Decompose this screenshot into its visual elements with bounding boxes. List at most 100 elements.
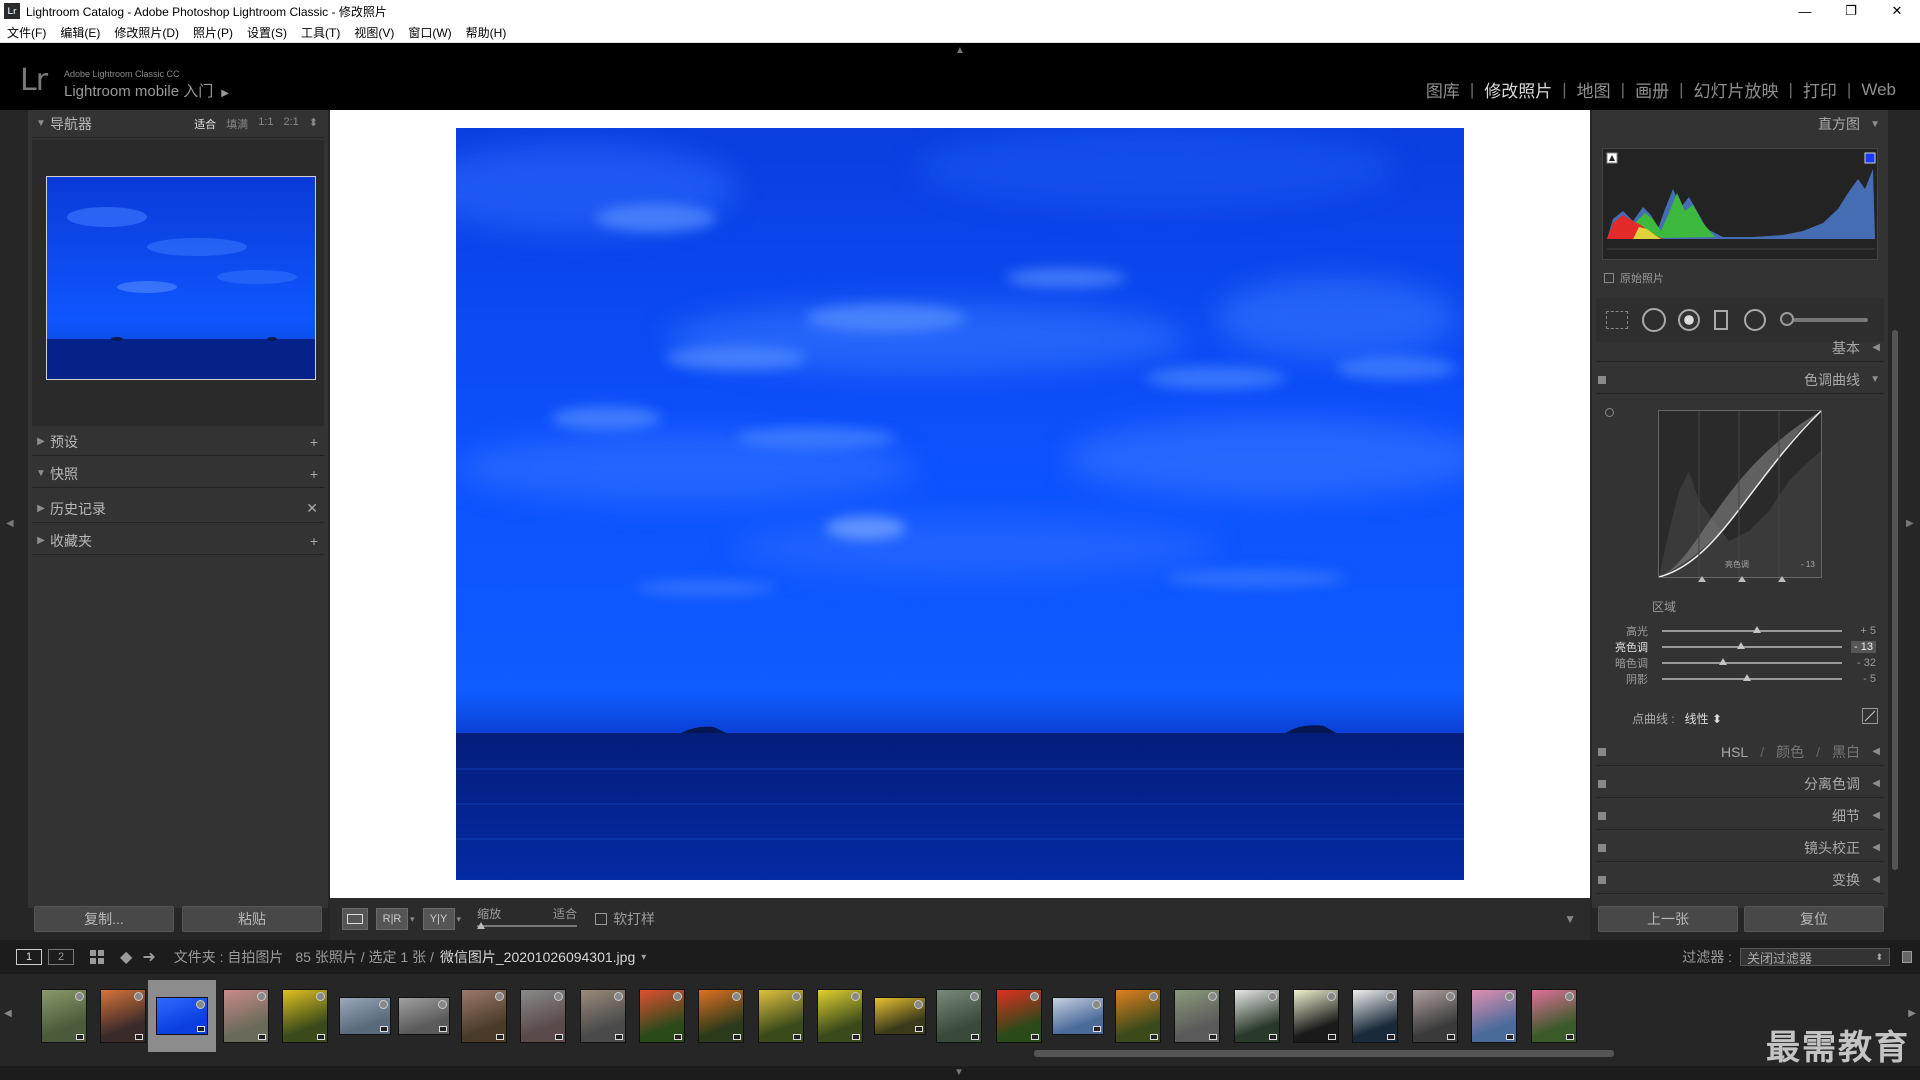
menu-tools[interactable]: 工具(T)	[294, 24, 347, 41]
grid-view-icon[interactable]	[90, 950, 104, 964]
quick-collection-icon[interactable]	[134, 992, 143, 1001]
bottom-toggle-icon[interactable]: ▼	[954, 1067, 964, 1078]
filmstrip-thumbnail[interactable]	[212, 980, 280, 1052]
quick-collection-icon[interactable]	[1446, 992, 1455, 1001]
main-photo[interactable]	[456, 128, 1464, 880]
panel-toggle-switch-icon[interactable]	[1598, 376, 1606, 384]
menu-window[interactable]: 窗口(W)	[401, 24, 458, 41]
panel-toggle-switch-icon[interactable]	[1598, 780, 1606, 788]
close-icon[interactable]: ✕	[1874, 0, 1920, 22]
quick-collection-icon[interactable]	[438, 1000, 447, 1009]
quick-collection-icon[interactable]	[1268, 992, 1277, 1001]
previous-button[interactable]: 上一张	[1598, 906, 1738, 932]
original-photo-checkbox[interactable]	[1604, 273, 1614, 283]
add-collection-icon[interactable]: +	[310, 533, 318, 549]
quick-collection-icon[interactable]	[196, 1000, 205, 1009]
maximize-icon[interactable]: ❐	[1828, 0, 1874, 22]
filmstrip-thumbnail[interactable]	[569, 980, 637, 1052]
zoom-2-1-option[interactable]: 2:1	[283, 116, 298, 132]
quick-collection-icon[interactable]	[495, 992, 504, 1001]
left-panel-toggle[interactable]: ◀	[0, 110, 28, 908]
original-photo-toggle[interactable]: 原始照片	[1604, 270, 1664, 286]
quick-collection-icon[interactable]	[1092, 1000, 1101, 1009]
filmstrip-thumbnail[interactable]	[390, 980, 458, 1052]
quick-collection-icon[interactable]	[851, 992, 860, 1001]
filmstrip-thumbnail[interactable]	[1163, 980, 1231, 1052]
module-tab[interactable]: 幻灯片放映	[1684, 77, 1789, 102]
red-eye-icon[interactable]	[1678, 309, 1700, 331]
hsl-header[interactable]: HSL / 颜色 / 黑白 ◀	[1596, 738, 1884, 766]
tone-slider-track[interactable]	[1662, 662, 1842, 664]
histogram-header[interactable]: 直方图 ▼	[1596, 110, 1884, 138]
collections-header[interactable]: ▶ 收藏夹 +	[32, 527, 324, 555]
module-tab[interactable]: 修改照片	[1474, 77, 1562, 102]
filmstrip-thumbnail[interactable]	[1460, 980, 1528, 1052]
panel-toggle-switch-icon[interactable]	[1598, 844, 1606, 852]
quick-collection-icon[interactable]	[554, 992, 563, 1001]
targeted-adjustment-icon[interactable]	[1605, 408, 1614, 417]
filmstrip-thumbnail[interactable]	[271, 980, 339, 1052]
history-header[interactable]: ▶ 历史记录 ✕	[32, 495, 324, 523]
filmstrip-scroll-right-icon[interactable]: ▶	[1908, 1008, 1916, 1019]
menu-help[interactable]: 帮助(H)	[459, 24, 514, 41]
main-window-button[interactable]: 1	[16, 949, 42, 965]
zoom-slider[interactable]: 缩放 适合	[477, 905, 578, 933]
menu-settings[interactable]: 设置(S)	[240, 24, 294, 41]
quick-collection-icon[interactable]	[316, 992, 325, 1001]
navigator-header[interactable]: ▼ 导航器 适合 填满 1:1 2:1 ⬍	[32, 110, 324, 138]
clear-history-icon[interactable]: ✕	[306, 500, 318, 517]
quick-collection-icon[interactable]	[1208, 992, 1217, 1001]
spot-removal-icon[interactable]	[1642, 308, 1666, 332]
zoom-more-icon[interactable]: ⬍	[309, 116, 318, 132]
module-tab[interactable]: 图库	[1416, 77, 1470, 102]
crop-tool-icon[interactable]	[1606, 311, 1628, 329]
menu-file[interactable]: 文件(F)	[0, 24, 53, 41]
quick-collection-icon[interactable]	[1386, 992, 1395, 1001]
tone-slider[interactable]: 阴影 - 5	[1602, 670, 1878, 688]
filmstrip-thumbnail[interactable]	[628, 980, 696, 1052]
back-arrow-icon[interactable]: ◆	[120, 947, 132, 967]
basic-header[interactable]: 基本 ◀	[1596, 334, 1884, 362]
tone-slider-value[interactable]: + 5	[1860, 625, 1876, 637]
chevron-down-icon[interactable]: ▾	[410, 914, 415, 925]
histogram[interactable]	[1602, 148, 1878, 260]
transform-header[interactable]: 变换 ◀	[1596, 866, 1884, 894]
split-handle-3[interactable]	[1778, 576, 1786, 582]
filmstrip-scrollbar[interactable]	[1034, 1050, 1614, 1057]
filmstrip-thumbnail[interactable]	[1520, 980, 1588, 1052]
navigator-thumbnail[interactable]	[46, 176, 316, 380]
filmstrip-thumbnail[interactable]	[866, 980, 934, 1052]
current-filename[interactable]: 微信图片_20201026094301.jpg	[440, 947, 635, 967]
filmstrip-thumbnail[interactable]	[687, 980, 755, 1052]
panel-toggle-switch-icon[interactable]	[1598, 876, 1606, 884]
filmstrip-thumbnail[interactable]	[1044, 980, 1112, 1052]
brush-slider[interactable]	[1780, 312, 1868, 326]
filmstrip-thumbnail[interactable]	[925, 980, 993, 1052]
quick-collection-icon[interactable]	[1327, 992, 1336, 1001]
tone-slider-knob[interactable]	[1719, 658, 1728, 665]
tone-curve-graph[interactable]: 亮色调 - 13	[1658, 410, 1822, 578]
filmstrip-thumbnail[interactable]	[331, 980, 399, 1052]
detail-header[interactable]: 细节 ◀	[1596, 802, 1884, 830]
menu-photo[interactable]: 照片(P)	[186, 24, 240, 41]
right-panel-scrollbar[interactable]	[1892, 330, 1898, 870]
navigator-preview-area[interactable]	[32, 140, 324, 426]
reset-button[interactable]: 复位	[1744, 906, 1884, 932]
module-tab[interactable]: 画册	[1625, 77, 1679, 102]
panel-toggle-switch-icon[interactable]	[1598, 812, 1606, 820]
tone-slider-value[interactable]: - 32	[1857, 657, 1876, 669]
zoom-knob[interactable]	[477, 922, 486, 929]
quick-collection-icon[interactable]	[1030, 992, 1039, 1001]
second-window-button[interactable]: 2	[48, 949, 74, 965]
quick-collection-icon[interactable]	[792, 992, 801, 1001]
zoom-fit-option[interactable]: 适合	[194, 116, 216, 132]
module-tab[interactable]: 地图	[1567, 77, 1621, 102]
collapse-right-icon[interactable]: ▶	[1906, 518, 1914, 529]
quick-collection-icon[interactable]	[1505, 992, 1514, 1001]
minimize-icon[interactable]: —	[1782, 0, 1828, 22]
filmstrip-thumbnail[interactable]	[806, 980, 874, 1052]
filter-lock-icon[interactable]	[1902, 951, 1912, 963]
module-tab[interactable]: 打印	[1793, 77, 1847, 102]
filmstrip-thumbnail[interactable]	[1104, 980, 1172, 1052]
filmstrip-scroll-left-icon[interactable]: ◀	[4, 1008, 12, 1019]
